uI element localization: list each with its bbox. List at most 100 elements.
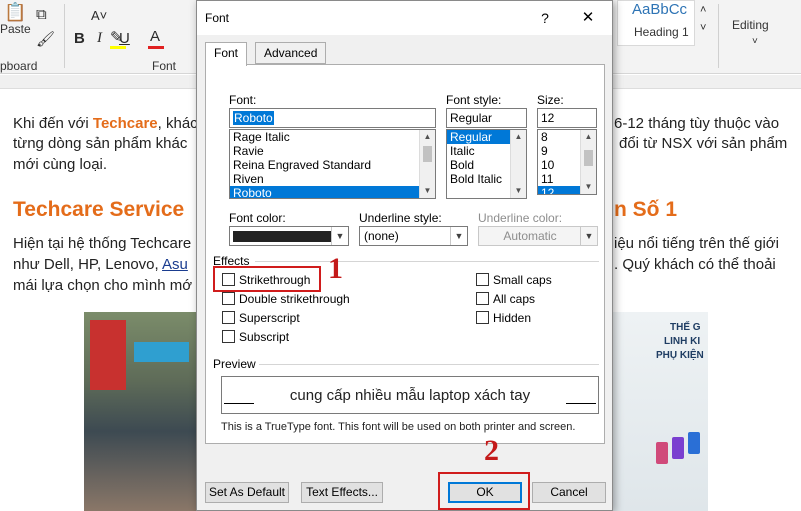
font-color-label: Font color: — [229, 211, 286, 225]
scrollbar[interactable]: ▲ ▼ — [510, 130, 526, 198]
double-strikethrough-checkbox[interactable]: Double strikethrough — [222, 292, 350, 308]
checkbox-box[interactable] — [222, 330, 235, 343]
scrollbar[interactable]: ▲ ▼ — [580, 130, 596, 194]
scroll-down-icon[interactable]: ▼ — [581, 180, 596, 194]
paste-icon[interactable]: 📋 — [4, 2, 26, 23]
font-group-label: Font — [152, 59, 177, 73]
text-effects-button[interactable]: Text Effects... — [301, 482, 383, 503]
style-gallery-item[interactable]: AaBbCc Heading 1 — [617, 0, 695, 46]
format-painter-icon[interactable]: 🖌 — [36, 30, 55, 48]
doc-heading: n Số 1 — [614, 198, 678, 221]
close-button[interactable]: ✕ — [577, 7, 599, 29]
scrollbar[interactable]: ▲ ▼ — [419, 130, 435, 198]
list-item[interactable]: Reina Engraved Standard — [230, 158, 435, 172]
dialog-title: Font — [205, 11, 230, 25]
scroll-thumb[interactable] — [423, 146, 432, 162]
photo-text: THẾ G — [670, 322, 701, 333]
group-divider — [255, 261, 599, 262]
photo-text: PHỤ KIỆN — [656, 350, 704, 361]
font-size-icon[interactable]: A˅ — [91, 8, 107, 23]
doc-paragraph-line: iệu nổi tiếng trên thế giới — [614, 235, 779, 252]
checkbox-box[interactable] — [476, 292, 489, 305]
scroll-up-icon[interactable]: ▲ — [420, 130, 435, 144]
underline-style-label: Underline style: — [359, 211, 442, 225]
doc-paragraph-line: . Quý khách có thể thoải — [614, 256, 776, 273]
underline-style-value: (none) — [364, 229, 399, 243]
doc-paragraph-line: mới cùng loại. — [13, 156, 108, 173]
font-style-list[interactable]: Regular Italic Bold Bold Italic ▲ ▼ — [446, 129, 527, 199]
italic-icon[interactable]: I — [97, 30, 102, 47]
set-as-default-button[interactable]: Set As Default — [205, 482, 289, 503]
scroll-up-icon[interactable]: ▲ — [581, 130, 596, 144]
all-caps-checkbox[interactable]: All caps — [476, 292, 535, 308]
chevron-up-icon[interactable]: ˄ — [700, 4, 706, 16]
preview-baseline — [566, 403, 596, 404]
ribbon-separator — [718, 4, 719, 68]
doc-paragraph-line: Khi đến với Techcare, khác — [13, 115, 198, 132]
scroll-down-icon[interactable]: ▼ — [511, 184, 526, 198]
small-caps-checkbox[interactable]: Small caps — [476, 273, 552, 289]
highlight-icon[interactable]: ✎ — [110, 28, 123, 46]
scroll-down-icon[interactable]: ▼ — [420, 184, 435, 198]
scroll-thumb[interactable] — [584, 150, 593, 166]
paste-label[interactable]: Paste — [0, 22, 31, 36]
copy-icon[interactable]: ⧉ — [36, 6, 47, 23]
font-color-swatch — [233, 231, 331, 242]
checkbox-box[interactable] — [476, 273, 489, 286]
underline-color-label: Underline color: — [478, 211, 563, 225]
size-label: Size: — [537, 93, 564, 107]
list-item[interactable]: Rage Italic — [230, 130, 435, 144]
checkbox-box[interactable] — [222, 311, 235, 324]
highlight-color-bar — [110, 46, 126, 49]
font-style-label: Font style: — [446, 93, 502, 107]
annotation-highlight-ok — [438, 472, 530, 510]
chevron-down-icon[interactable]: ˅ — [700, 22, 706, 34]
font-color-bar — [148, 46, 164, 49]
font-name-list[interactable]: Rage Italic Ravie Reina Engraved Standar… — [229, 129, 436, 199]
list-item-selected[interactable]: Regular — [447, 130, 510, 144]
clipboard-group-label: pboard — [0, 59, 38, 73]
underline-color-dropdown[interactable]: Automatic ▼ — [478, 226, 598, 246]
font-color-icon[interactable]: A — [150, 28, 160, 45]
list-item-selected[interactable]: Roboto — [230, 186, 419, 198]
annotation-highlight-strikethrough — [213, 266, 321, 292]
font-size-input[interactable]: 12 — [537, 108, 597, 128]
style-sample: AaBbCc — [632, 1, 688, 18]
underline-style-dropdown[interactable]: (none) ▼ — [359, 226, 468, 246]
chevron-down-icon[interactable]: ▼ — [450, 227, 467, 245]
list-item-selected[interactable]: 12 — [538, 186, 580, 194]
checkbox-box[interactable] — [222, 292, 235, 305]
hidden-checkbox[interactable]: Hidden — [476, 311, 531, 327]
font-color-dropdown[interactable]: ▼ — [229, 226, 349, 246]
editing-label[interactable]: Editing — [732, 18, 769, 32]
tab-font[interactable]: Font — [205, 42, 248, 66]
scroll-up-icon[interactable]: ▲ — [511, 130, 526, 144]
doc-paragraph-line: Hiện tại hệ thống Techcare — [13, 235, 192, 252]
tab-advanced[interactable]: Advanced — [255, 42, 327, 64]
cancel-button[interactable]: Cancel — [532, 482, 606, 503]
underline-color-value: Automatic — [503, 229, 557, 243]
help-button[interactable]: ? — [534, 7, 556, 29]
doc-paragraph-line: mái lựa chọn cho mình mớ — [13, 277, 193, 294]
chevron-down-icon[interactable]: ▼ — [331, 227, 348, 245]
checkbox-box[interactable] — [476, 311, 489, 324]
superscript-checkbox[interactable]: Superscript — [222, 311, 300, 327]
font-style-input[interactable]: Regular — [446, 108, 527, 128]
truetype-note: This is a TrueType font. This font will … — [221, 421, 576, 433]
list-item[interactable]: Ravie — [230, 144, 435, 158]
font-size-list[interactable]: 8 9 10 11 12 ▲ ▼ — [537, 129, 597, 195]
subscript-checkbox[interactable]: Subscript — [222, 330, 289, 346]
doc-paragraph-line: đổi từ NSX với sản phẩm — [619, 135, 788, 152]
dialog-titlebar[interactable]: Font ? ✕ — [197, 1, 612, 35]
font-name-input[interactable]: Roboto — [229, 108, 436, 128]
bold-icon[interactable]: B — [74, 30, 85, 47]
preview-text: cung cấp nhiều mẫu laptop xách tay — [289, 387, 531, 404]
chevron-down-icon[interactable]: ▼ — [580, 227, 597, 245]
chevron-down-icon[interactable]: ˅ — [752, 36, 758, 47]
store-photo — [84, 312, 196, 511]
ribbon-separator — [64, 4, 65, 68]
doc-paragraph-line: từng dòng sản phẩm khác — [13, 135, 188, 152]
doc-link[interactable]: Asu — [162, 256, 188, 273]
preview-box: cung cấp nhiều mẫu laptop xách tay — [221, 376, 599, 414]
list-item[interactable]: Riven — [230, 172, 435, 186]
